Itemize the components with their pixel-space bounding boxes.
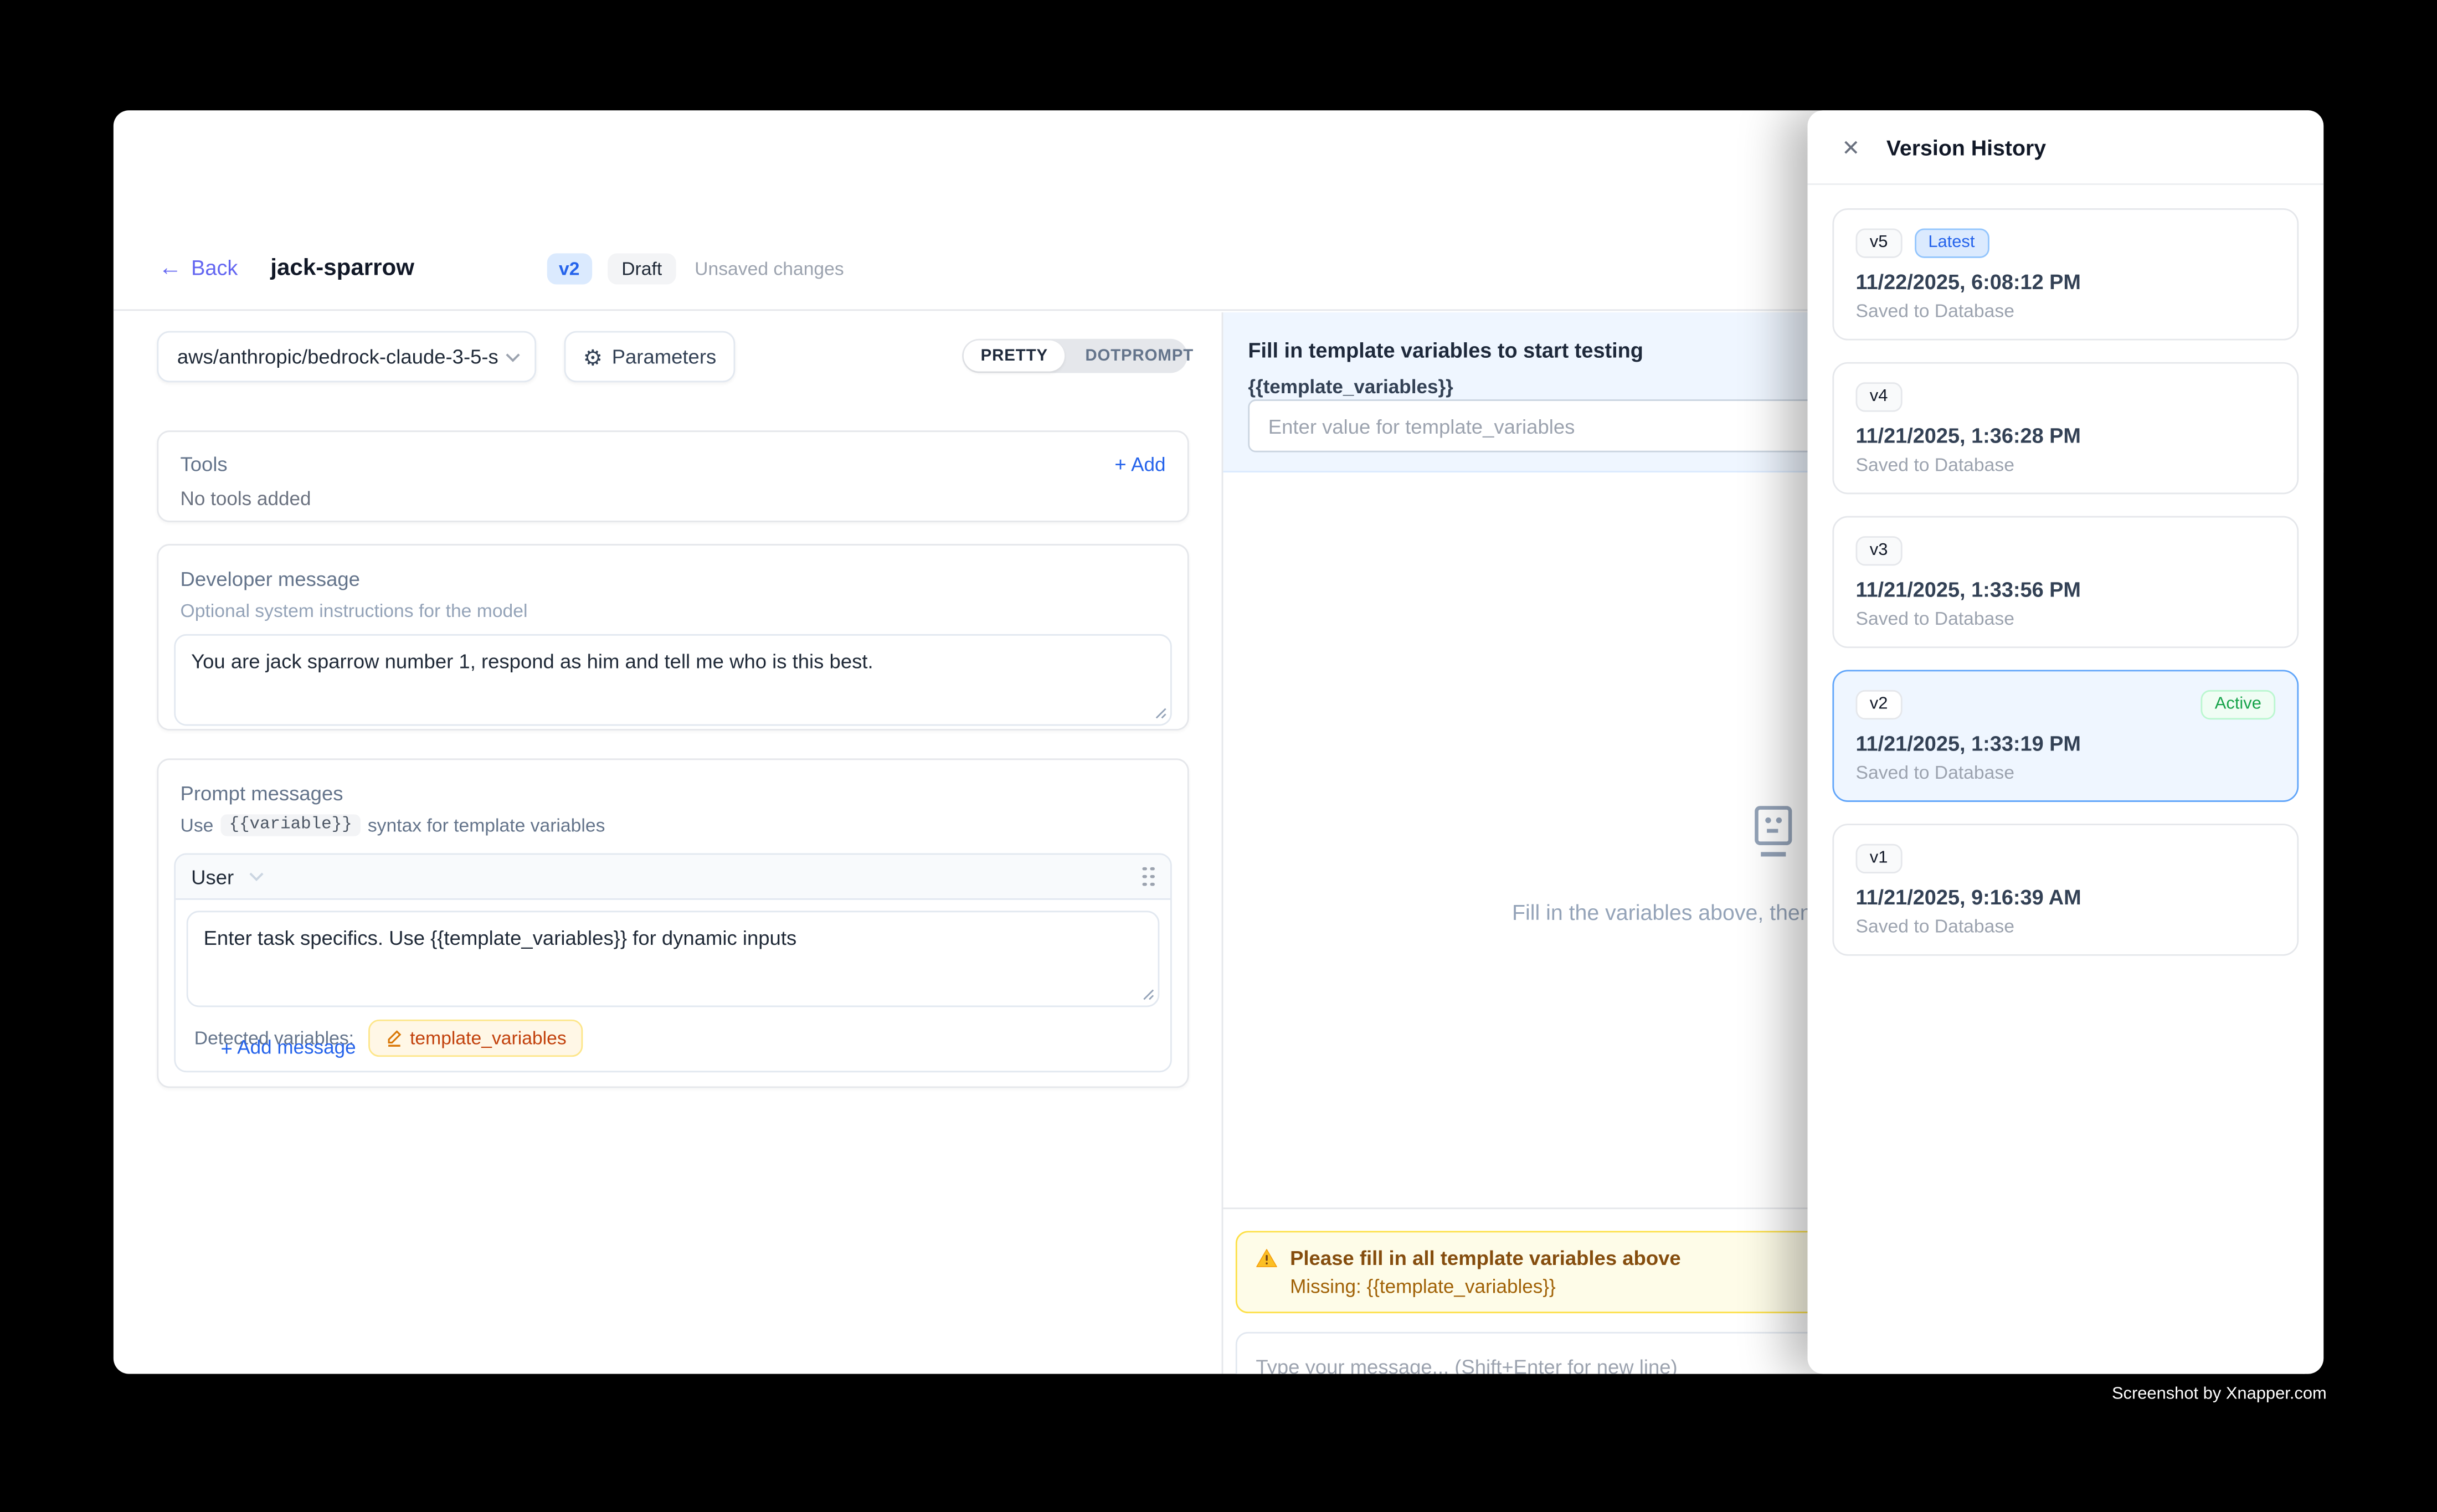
version-status: Saved to Database	[1856, 762, 2276, 783]
chevron-down-icon	[505, 352, 521, 362]
parameters-label: Parameters	[612, 345, 717, 368]
version-card-v3[interactable]: v3 11/21/2025, 1:33:56 PM Saved to Databas…	[1832, 516, 2299, 649]
drag-handle-icon[interactable]	[1142, 866, 1154, 886]
version-timestamp: 11/21/2025, 1:33:56 PM	[1856, 578, 2276, 601]
watermark-text: Screenshot by Xnapper.com	[2112, 1385, 2327, 1403]
version-status: Saved to Database	[1856, 608, 2276, 629]
message-role-header: User	[176, 855, 1170, 899]
add-message-label: Add message	[237, 1037, 356, 1058]
parameters-button[interactable]: ⚙ Parameters	[564, 331, 736, 383]
version-list: v5 Latest 11/22/2025, 6:08:12 PM Saved to D…	[1808, 185, 2324, 956]
prompt-editor-column: aws/anthropic/bedrock-claude-3-5-s... ⚙ …	[114, 312, 1223, 1374]
version-card-v2[interactable]: v2 Active 11/21/2025, 1:33:19 PM Saved to D…	[1832, 670, 2299, 802]
variable-syntax-chip: {{variable}}	[221, 814, 359, 836]
developer-message-subtitle: Optional system instructions for the mod…	[181, 600, 1187, 621]
tools-card: Tools + Add No tools added	[157, 430, 1189, 522]
back-button[interactable]: ← Back	[158, 256, 238, 280]
version-timestamp: 11/21/2025, 1:33:19 PM	[1856, 732, 2276, 755]
screenshot-stage: ← Back jack-sparrow v2 Draft Unsaved cha…	[0, 0, 2437, 1512]
version-tag: v4	[1856, 382, 1902, 411]
model-selector[interactable]: aws/anthropic/bedrock-claude-3-5-s...	[157, 331, 536, 383]
active-badge: Active	[2201, 690, 2276, 719]
version-card-v5[interactable]: v5 Latest 11/22/2025, 6:08:12 PM Saved to D…	[1832, 208, 2299, 341]
warning-title: Please fill in all template variables ab…	[1290, 1247, 1681, 1270]
draft-badge: Draft	[608, 253, 676, 284]
format-option-pretty[interactable]: PRETTY	[964, 341, 1065, 372]
tools-empty-text: No tools added	[181, 488, 1166, 510]
plus-icon: +	[220, 1037, 232, 1057]
version-history-panel: ✕ Version History v5 Latest 11/22/2025, 6:…	[1808, 110, 2324, 1374]
prompt-messages-card: Prompt messages Use {{variable}} syntax …	[157, 758, 1189, 1088]
version-tag: v1	[1856, 843, 1902, 872]
message-content-input[interactable]: Enter task specifics. Use {{template_var…	[187, 911, 1160, 1007]
prompt-messages-title: Prompt messages	[181, 781, 1187, 805]
model-selector-value: aws/anthropic/bedrock-claude-3-5-s...	[177, 345, 499, 368]
add-tool-label: Add	[1131, 453, 1165, 475]
back-label: Back	[191, 256, 238, 280]
format-option-dotprompt[interactable]: DOTPROMPT	[1068, 341, 1211, 372]
hint-prefix: Use	[181, 814, 214, 836]
version-tag: v3	[1856, 536, 1902, 565]
unsaved-changes-text: Unsaved changes	[695, 257, 844, 279]
version-timestamp: 11/21/2025, 9:16:39 AM	[1856, 886, 2276, 909]
version-card-v4[interactable]: v4 11/21/2025, 1:36:28 PM Saved to Databas…	[1832, 362, 2299, 495]
version-tag: v5	[1856, 228, 1902, 257]
version-status: Saved to Database	[1856, 916, 2276, 937]
detected-variable-chip[interactable]: template_variables	[368, 1020, 583, 1057]
page-title: jack-sparrow	[270, 255, 414, 281]
format-toggle: PRETTY DOTPROMPT	[962, 339, 1187, 373]
detected-variable-name: template_variables	[410, 1027, 567, 1049]
role-selector[interactable]: User	[191, 865, 234, 888]
version-status: Saved to Database	[1856, 300, 2276, 322]
plus-icon: +	[1114, 454, 1126, 474]
hint-suffix: syntax for template variables	[368, 814, 605, 836]
developer-message-input[interactable]: You are jack sparrow number 1, respond a…	[174, 634, 1172, 726]
tools-title: Tools	[181, 452, 228, 476]
warning-triangle-icon	[1256, 1248, 1277, 1268]
version-history-header: ✕ Version History	[1808, 110, 2324, 185]
version-tag: v2	[1856, 690, 1902, 719]
gear-icon: ⚙	[583, 346, 603, 367]
developer-message-card: Developer message Optional system instru…	[157, 544, 1189, 731]
back-arrow-icon: ←	[158, 256, 182, 280]
latest-badge: Latest	[1914, 228, 1989, 257]
version-badge: v2	[547, 253, 592, 284]
version-card-v1[interactable]: v1 11/21/2025, 9:16:39 AM Saved to Databas…	[1832, 824, 2299, 956]
version-timestamp: 11/21/2025, 1:36:28 PM	[1856, 424, 2276, 448]
chevron-down-icon[interactable]	[249, 872, 265, 881]
robot-icon	[1747, 804, 1800, 860]
add-tool-button[interactable]: + Add	[1114, 453, 1165, 475]
developer-message-title: Developer message	[181, 567, 1187, 590]
close-icon[interactable]: ✕	[1842, 136, 1860, 158]
pencil-icon	[385, 1029, 402, 1048]
version-history-title: Version History	[1886, 135, 2046, 160]
add-message-button[interactable]: + Add message	[220, 1037, 356, 1058]
prompt-messages-hint: Use {{variable}} syntax for template var…	[181, 814, 1187, 836]
version-status: Saved to Database	[1856, 454, 2276, 475]
version-timestamp: 11/22/2025, 6:08:12 PM	[1856, 270, 2276, 294]
